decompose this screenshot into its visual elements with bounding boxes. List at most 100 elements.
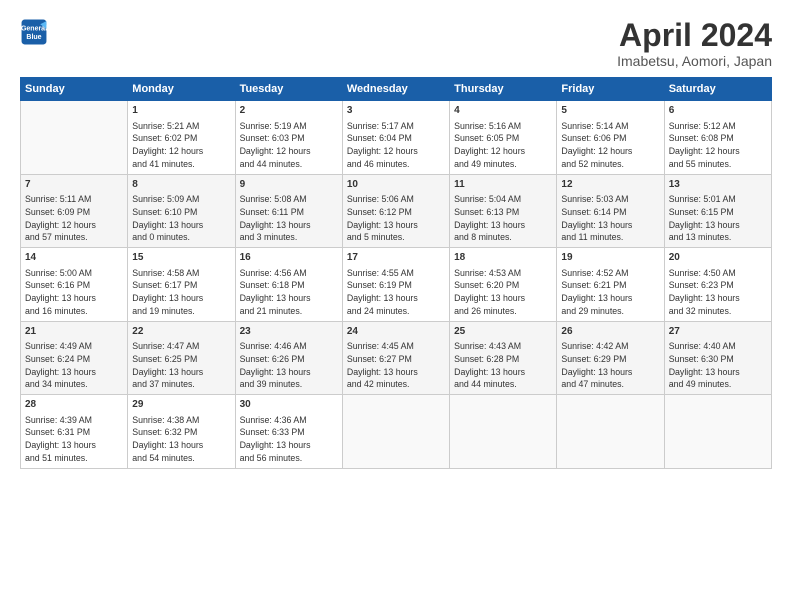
- day-info: Sunrise: 4:50 AM Sunset: 6:23 PM Dayligh…: [669, 267, 767, 318]
- day-number: 15: [132, 251, 230, 266]
- day-number: 28: [25, 398, 123, 413]
- weekday-header-row: SundayMondayTuesdayWednesdayThursdayFrid…: [21, 78, 772, 101]
- calendar-cell: 4Sunrise: 5:16 AM Sunset: 6:05 PM Daylig…: [450, 101, 557, 175]
- calendar-cell: 9Sunrise: 5:08 AM Sunset: 6:11 PM Daylig…: [235, 174, 342, 248]
- day-info: Sunrise: 5:14 AM Sunset: 6:06 PM Dayligh…: [561, 120, 659, 171]
- day-number: 2: [240, 104, 338, 119]
- day-info: Sunrise: 4:56 AM Sunset: 6:18 PM Dayligh…: [240, 267, 338, 318]
- day-info: Sunrise: 4:55 AM Sunset: 6:19 PM Dayligh…: [347, 267, 445, 318]
- calendar-cell: 17Sunrise: 4:55 AM Sunset: 6:19 PM Dayli…: [342, 248, 449, 322]
- day-info: Sunrise: 5:03 AM Sunset: 6:14 PM Dayligh…: [561, 193, 659, 244]
- calendar-cell: 12Sunrise: 5:03 AM Sunset: 6:14 PM Dayli…: [557, 174, 664, 248]
- calendar-cell: 13Sunrise: 5:01 AM Sunset: 6:15 PM Dayli…: [664, 174, 771, 248]
- calendar-week-row: 14Sunrise: 5:00 AM Sunset: 6:16 PM Dayli…: [21, 248, 772, 322]
- day-info: Sunrise: 4:36 AM Sunset: 6:33 PM Dayligh…: [240, 414, 338, 465]
- day-info: Sunrise: 5:19 AM Sunset: 6:03 PM Dayligh…: [240, 120, 338, 171]
- day-info: Sunrise: 5:01 AM Sunset: 6:15 PM Dayligh…: [669, 193, 767, 244]
- day-number: 8: [132, 178, 230, 193]
- calendar-cell: 10Sunrise: 5:06 AM Sunset: 6:12 PM Dayli…: [342, 174, 449, 248]
- day-info: Sunrise: 4:39 AM Sunset: 6:31 PM Dayligh…: [25, 414, 123, 465]
- day-info: Sunrise: 5:06 AM Sunset: 6:12 PM Dayligh…: [347, 193, 445, 244]
- title-area: April 2024 Imabetsu, Aomori, Japan: [617, 18, 772, 69]
- day-info: Sunrise: 5:17 AM Sunset: 6:04 PM Dayligh…: [347, 120, 445, 171]
- calendar-cell: 26Sunrise: 4:42 AM Sunset: 6:29 PM Dayli…: [557, 321, 664, 395]
- calendar-cell: 22Sunrise: 4:47 AM Sunset: 6:25 PM Dayli…: [128, 321, 235, 395]
- calendar-cell: 14Sunrise: 5:00 AM Sunset: 6:16 PM Dayli…: [21, 248, 128, 322]
- calendar-week-row: 7Sunrise: 5:11 AM Sunset: 6:09 PM Daylig…: [21, 174, 772, 248]
- calendar-cell: 6Sunrise: 5:12 AM Sunset: 6:08 PM Daylig…: [664, 101, 771, 175]
- day-info: Sunrise: 4:38 AM Sunset: 6:32 PM Dayligh…: [132, 414, 230, 465]
- calendar-cell: [21, 101, 128, 175]
- calendar-cell: 18Sunrise: 4:53 AM Sunset: 6:20 PM Dayli…: [450, 248, 557, 322]
- day-info: Sunrise: 5:08 AM Sunset: 6:11 PM Dayligh…: [240, 193, 338, 244]
- calendar-cell: 21Sunrise: 4:49 AM Sunset: 6:24 PM Dayli…: [21, 321, 128, 395]
- calendar-cell: 23Sunrise: 4:46 AM Sunset: 6:26 PM Dayli…: [235, 321, 342, 395]
- day-info: Sunrise: 4:40 AM Sunset: 6:30 PM Dayligh…: [669, 340, 767, 391]
- day-info: Sunrise: 4:49 AM Sunset: 6:24 PM Dayligh…: [25, 340, 123, 391]
- day-info: Sunrise: 5:04 AM Sunset: 6:13 PM Dayligh…: [454, 193, 552, 244]
- svg-text:Blue: Blue: [26, 34, 41, 41]
- day-info: Sunrise: 4:58 AM Sunset: 6:17 PM Dayligh…: [132, 267, 230, 318]
- calendar-cell: 29Sunrise: 4:38 AM Sunset: 6:32 PM Dayli…: [128, 395, 235, 469]
- calendar-cell: 19Sunrise: 4:52 AM Sunset: 6:21 PM Dayli…: [557, 248, 664, 322]
- weekday-header-friday: Friday: [557, 78, 664, 101]
- day-number: 10: [347, 178, 445, 193]
- calendar-cell: 30Sunrise: 4:36 AM Sunset: 6:33 PM Dayli…: [235, 395, 342, 469]
- day-info: Sunrise: 5:21 AM Sunset: 6:02 PM Dayligh…: [132, 120, 230, 171]
- day-number: 1: [132, 104, 230, 119]
- day-number: 20: [669, 251, 767, 266]
- day-number: 3: [347, 104, 445, 119]
- calendar-cell: 25Sunrise: 4:43 AM Sunset: 6:28 PM Dayli…: [450, 321, 557, 395]
- day-number: 18: [454, 251, 552, 266]
- calendar-cell: 7Sunrise: 5:11 AM Sunset: 6:09 PM Daylig…: [21, 174, 128, 248]
- calendar-cell: 16Sunrise: 4:56 AM Sunset: 6:18 PM Dayli…: [235, 248, 342, 322]
- weekday-header-wednesday: Wednesday: [342, 78, 449, 101]
- weekday-header-thursday: Thursday: [450, 78, 557, 101]
- day-number: 9: [240, 178, 338, 193]
- day-info: Sunrise: 4:52 AM Sunset: 6:21 PM Dayligh…: [561, 267, 659, 318]
- day-info: Sunrise: 4:47 AM Sunset: 6:25 PM Dayligh…: [132, 340, 230, 391]
- day-info: Sunrise: 5:00 AM Sunset: 6:16 PM Dayligh…: [25, 267, 123, 318]
- weekday-header-sunday: Sunday: [21, 78, 128, 101]
- calendar-table: SundayMondayTuesdayWednesdayThursdayFrid…: [20, 77, 772, 469]
- main-title: April 2024: [617, 18, 772, 53]
- calendar-cell: 27Sunrise: 4:40 AM Sunset: 6:30 PM Dayli…: [664, 321, 771, 395]
- day-number: 12: [561, 178, 659, 193]
- calendar-cell: 24Sunrise: 4:45 AM Sunset: 6:27 PM Dayli…: [342, 321, 449, 395]
- day-number: 23: [240, 325, 338, 340]
- day-number: 17: [347, 251, 445, 266]
- calendar-cell: 20Sunrise: 4:50 AM Sunset: 6:23 PM Dayli…: [664, 248, 771, 322]
- weekday-header-saturday: Saturday: [664, 78, 771, 101]
- day-info: Sunrise: 4:42 AM Sunset: 6:29 PM Dayligh…: [561, 340, 659, 391]
- day-number: 30: [240, 398, 338, 413]
- logo-icon: General Blue: [20, 18, 48, 46]
- calendar-week-row: 28Sunrise: 4:39 AM Sunset: 6:31 PM Dayli…: [21, 395, 772, 469]
- page: General Blue April 2024 Imabetsu, Aomori…: [0, 0, 792, 612]
- day-number: 13: [669, 178, 767, 193]
- day-info: Sunrise: 4:53 AM Sunset: 6:20 PM Dayligh…: [454, 267, 552, 318]
- day-number: 29: [132, 398, 230, 413]
- header: General Blue April 2024 Imabetsu, Aomori…: [20, 18, 772, 69]
- weekday-header-monday: Monday: [128, 78, 235, 101]
- calendar-week-row: 21Sunrise: 4:49 AM Sunset: 6:24 PM Dayli…: [21, 321, 772, 395]
- logo: General Blue: [20, 18, 48, 46]
- day-number: 26: [561, 325, 659, 340]
- day-number: 24: [347, 325, 445, 340]
- calendar-cell: 3Sunrise: 5:17 AM Sunset: 6:04 PM Daylig…: [342, 101, 449, 175]
- day-number: 14: [25, 251, 123, 266]
- calendar-cell: 28Sunrise: 4:39 AM Sunset: 6:31 PM Dayli…: [21, 395, 128, 469]
- day-number: 5: [561, 104, 659, 119]
- day-number: 25: [454, 325, 552, 340]
- calendar-cell: 1Sunrise: 5:21 AM Sunset: 6:02 PM Daylig…: [128, 101, 235, 175]
- day-number: 11: [454, 178, 552, 193]
- calendar-week-row: 1Sunrise: 5:21 AM Sunset: 6:02 PM Daylig…: [21, 101, 772, 175]
- calendar-cell: 15Sunrise: 4:58 AM Sunset: 6:17 PM Dayli…: [128, 248, 235, 322]
- day-info: Sunrise: 5:16 AM Sunset: 6:05 PM Dayligh…: [454, 120, 552, 171]
- day-info: Sunrise: 4:45 AM Sunset: 6:27 PM Dayligh…: [347, 340, 445, 391]
- day-info: Sunrise: 5:11 AM Sunset: 6:09 PM Dayligh…: [25, 193, 123, 244]
- calendar-cell: [450, 395, 557, 469]
- day-number: 6: [669, 104, 767, 119]
- calendar-cell: [342, 395, 449, 469]
- day-info: Sunrise: 5:09 AM Sunset: 6:10 PM Dayligh…: [132, 193, 230, 244]
- calendar-cell: 8Sunrise: 5:09 AM Sunset: 6:10 PM Daylig…: [128, 174, 235, 248]
